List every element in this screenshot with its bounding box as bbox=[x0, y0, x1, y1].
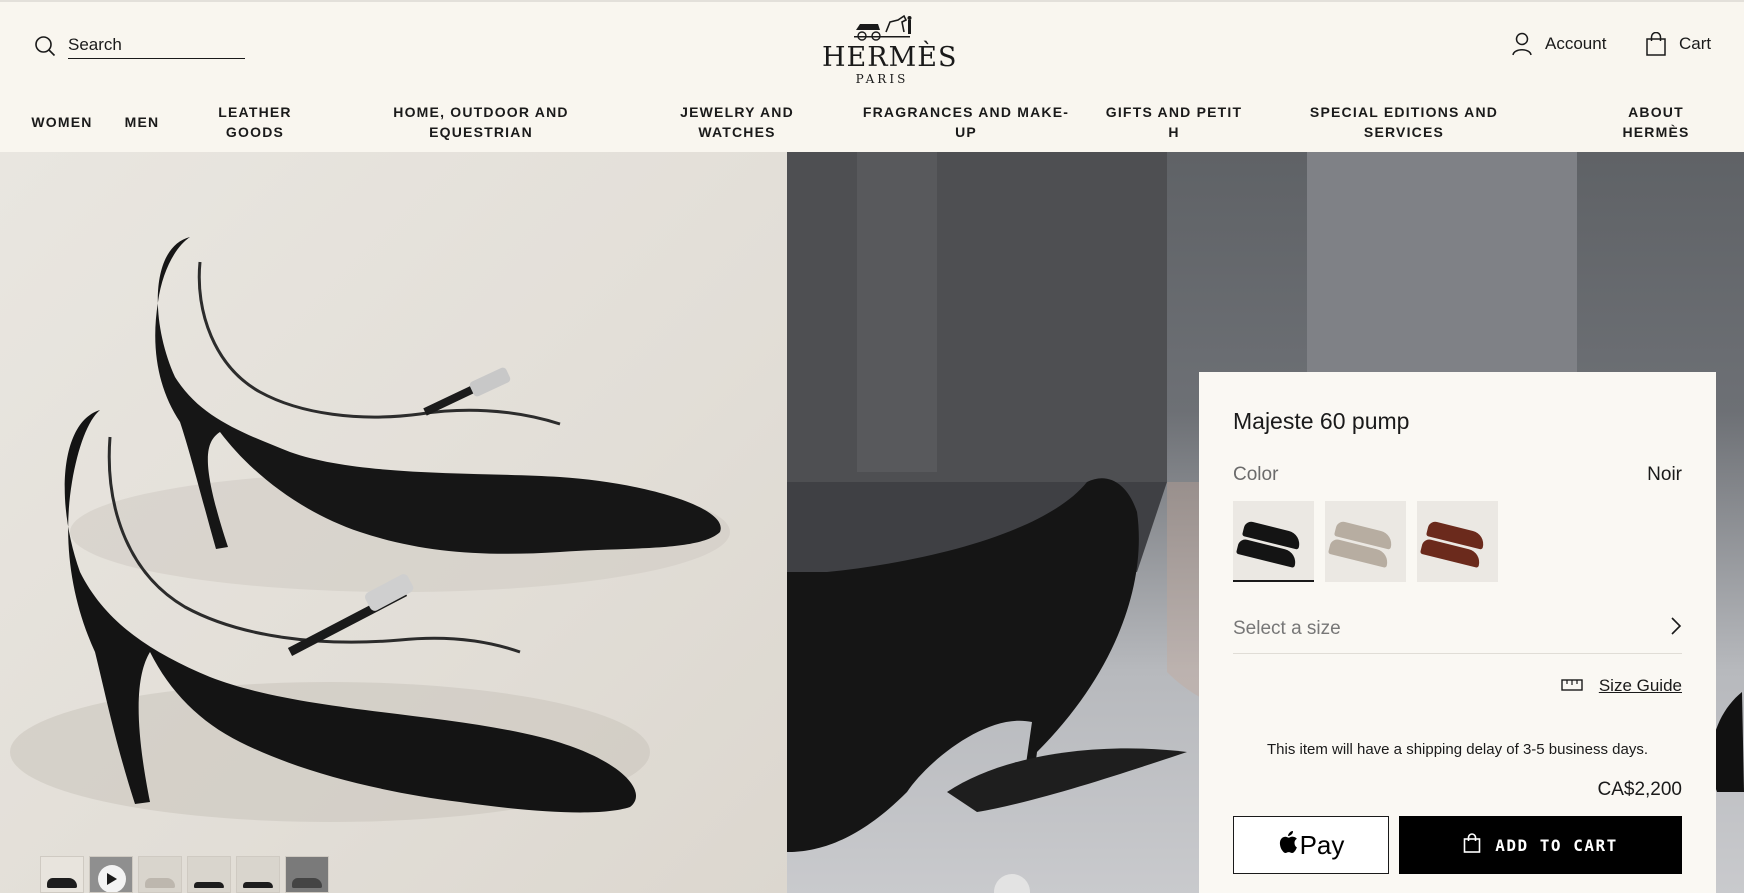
swatch-noir[interactable] bbox=[1233, 501, 1314, 582]
thumbnail-4[interactable] bbox=[187, 856, 231, 893]
nav-jewelry-watches[interactable]: JEWELRY AND WATCHES bbox=[680, 102, 794, 142]
shopping-bag-icon bbox=[1645, 32, 1667, 56]
play-icon bbox=[98, 865, 126, 892]
size-guide-link[interactable]: Size Guide bbox=[1561, 676, 1682, 696]
ruler-icon bbox=[1561, 676, 1583, 696]
nav-leather-goods[interactable]: LEATHER GOODS bbox=[218, 102, 291, 142]
carriage-logo-icon bbox=[854, 14, 912, 41]
account-link[interactable]: Account bbox=[1511, 32, 1606, 56]
nav-men[interactable]: MEN bbox=[125, 112, 160, 132]
cart-label: Cart bbox=[1679, 34, 1712, 53]
cart-link[interactable]: Cart bbox=[1645, 32, 1711, 56]
apple-icon bbox=[1278, 830, 1298, 861]
thumbnail-video[interactable] bbox=[89, 856, 133, 893]
size-guide-label: Size Guide bbox=[1598, 676, 1682, 695]
product-panel: Majeste 60 pump Color Noir Select a size… bbox=[1199, 372, 1716, 893]
add-to-cart-button[interactable]: ADD TO CART bbox=[1399, 816, 1682, 874]
image-thumbnails bbox=[40, 856, 329, 893]
color-swatches bbox=[1233, 501, 1498, 582]
nav-gifts-petit-h[interactable]: GIFTS AND PETIT H bbox=[1106, 102, 1242, 142]
account-label: Account bbox=[1545, 34, 1607, 53]
nav-special-editions-services[interactable]: SPECIAL EDITIONS AND SERVICES bbox=[1310, 102, 1498, 142]
apple-pay-button[interactable]: Pay bbox=[1233, 816, 1389, 874]
nav-home-outdoor-equestrian[interactable]: HOME, OUTDOOR AND EQUESTRIAN bbox=[393, 102, 568, 142]
chevron-right-icon bbox=[1670, 616, 1682, 641]
nav-women[interactable]: WOMEN bbox=[31, 112, 92, 132]
logo-city: PARIS bbox=[855, 72, 909, 86]
thumbnail-3[interactable] bbox=[138, 856, 182, 893]
user-icon bbox=[1511, 32, 1533, 56]
thumbnail-1[interactable] bbox=[40, 856, 84, 893]
add-to-cart-label: ADD TO CART bbox=[1495, 835, 1618, 855]
apple-pay-label: Pay bbox=[1299, 829, 1345, 860]
color-value: Noir bbox=[1647, 464, 1682, 485]
pump-pair-image bbox=[10, 237, 730, 822]
search-input[interactable] bbox=[68, 33, 245, 59]
swatch-beige[interactable] bbox=[1325, 501, 1406, 582]
product-title: Majeste 60 pump bbox=[1233, 408, 1410, 434]
search-icon[interactable] bbox=[34, 35, 56, 57]
logo-wordmark: HERMÈS bbox=[822, 42, 958, 73]
size-selector[interactable]: Select a size bbox=[1233, 604, 1682, 654]
product-price: CA$2,200 bbox=[1597, 779, 1682, 800]
search-bar[interactable] bbox=[34, 33, 245, 59]
shipping-notice: This item will have a shipping delay of … bbox=[1266, 741, 1649, 758]
hermes-logo[interactable]: HERMÈS PARIS bbox=[822, 12, 958, 86]
product-image-main[interactable] bbox=[0, 152, 787, 893]
site-header: HERMÈS PARIS Account Cart WOMEN MEN LEAT… bbox=[0, 0, 1744, 152]
swatch-brown[interactable] bbox=[1417, 501, 1498, 582]
main-nav: WOMEN MEN LEATHER GOODS HOME, OUTDOOR AND… bbox=[0, 102, 1744, 146]
shopping-bag-icon bbox=[1463, 833, 1481, 857]
nav-about-hermes[interactable]: ABOUT HERMÈS bbox=[1622, 102, 1689, 142]
color-label: Color bbox=[1233, 464, 1279, 485]
thumbnail-5[interactable] bbox=[236, 856, 280, 893]
nav-fragrances-makeup[interactable]: FRAGRANCES AND MAKE- UP bbox=[863, 102, 1069, 142]
size-placeholder: Select a size bbox=[1233, 617, 1341, 639]
thumbnail-6[interactable] bbox=[285, 856, 329, 893]
